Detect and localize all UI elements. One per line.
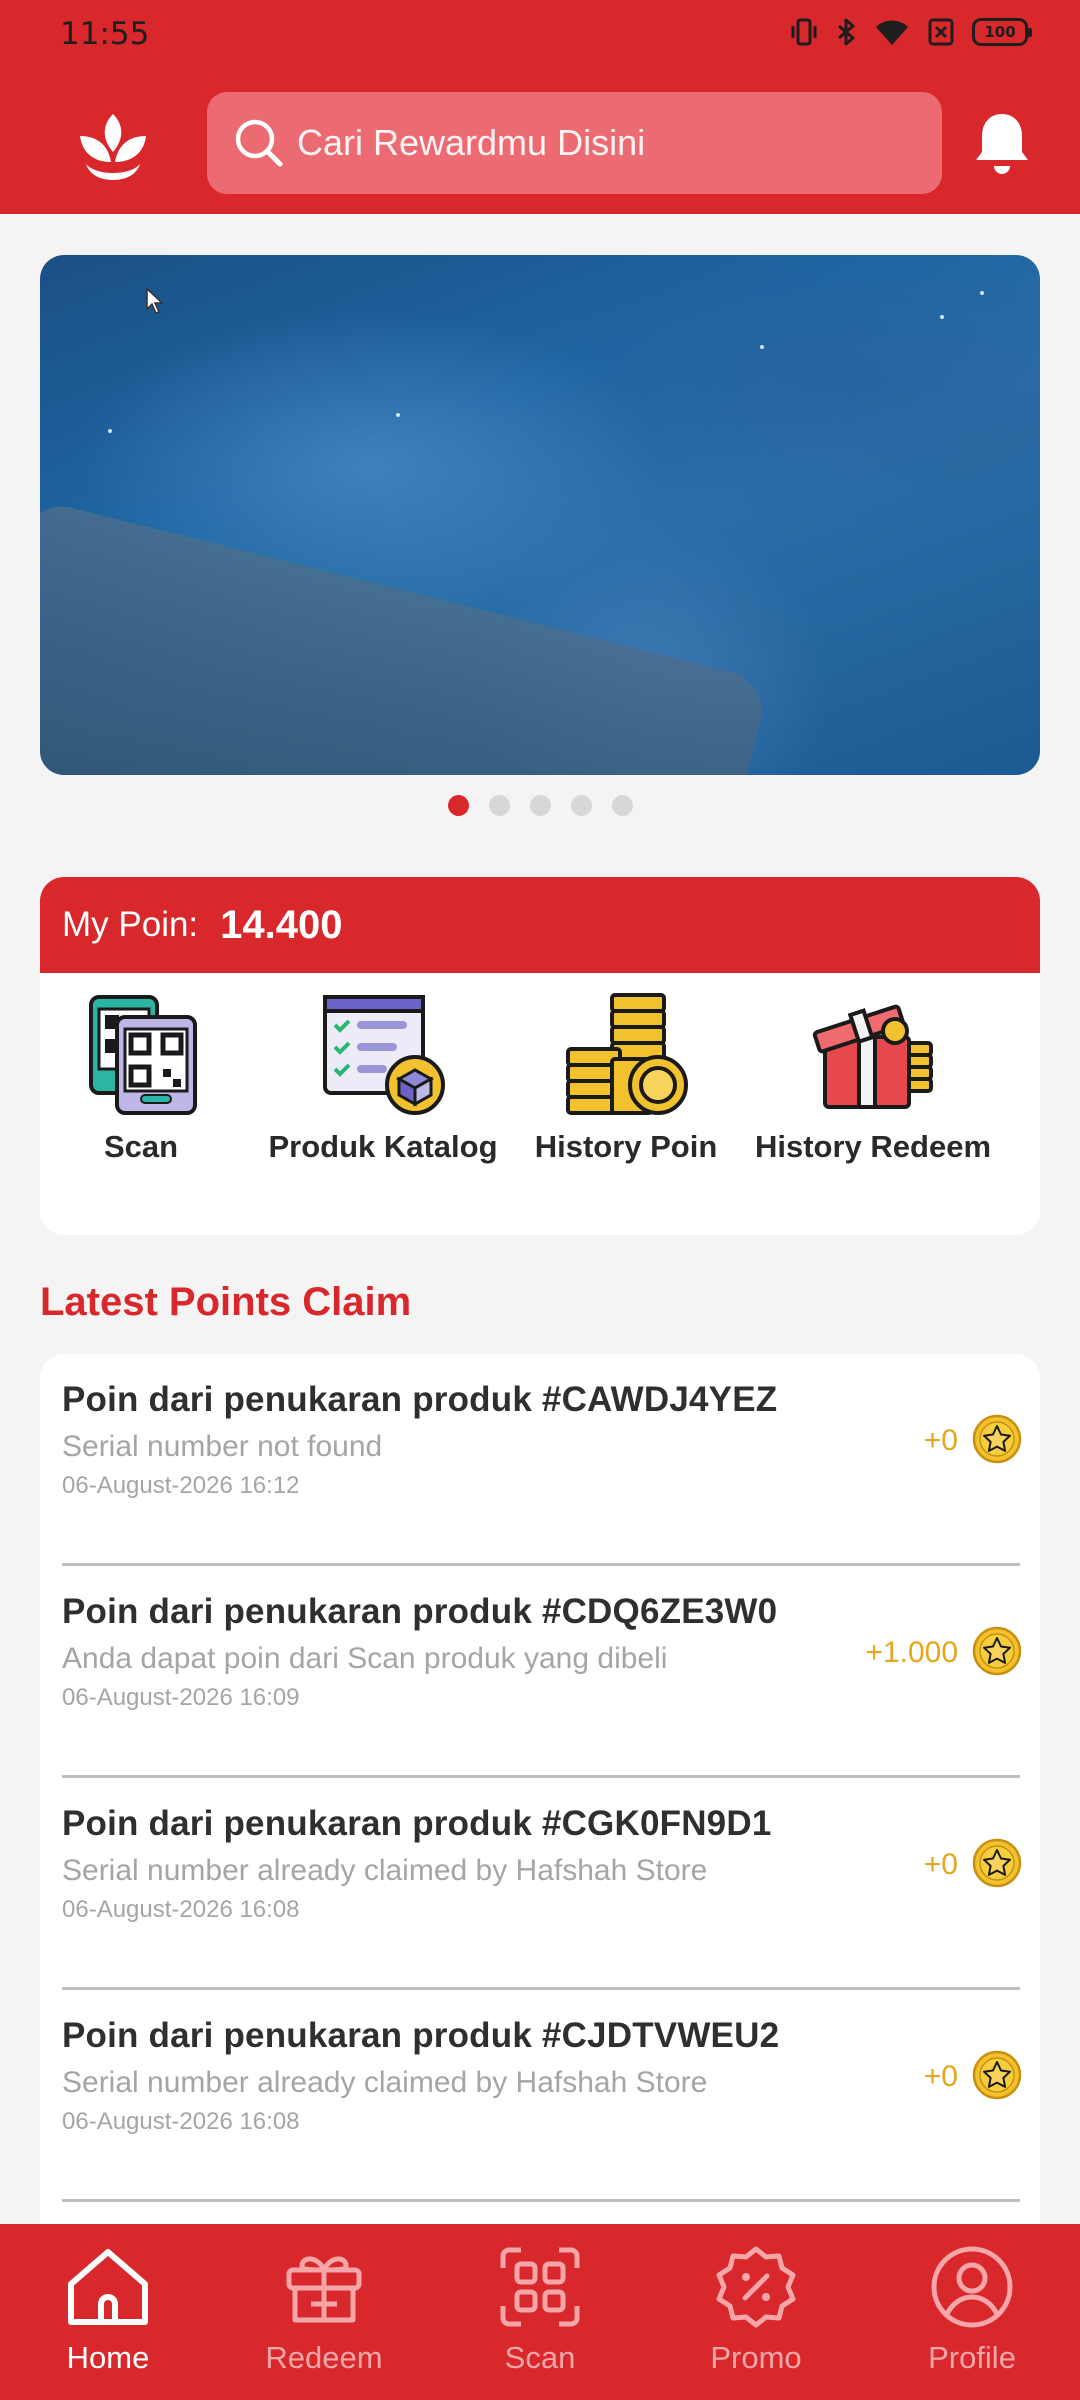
battery-indicator: 100 [972,18,1032,46]
star-coin-icon [972,1838,1022,1888]
nav-profile[interactable]: Profile [872,2224,1072,2400]
catalog-checklist-icon [323,995,445,1115]
banner-star [940,315,944,319]
claim-title: Poin dari penukaran produk #CDQ6ZE3W0 [62,1592,778,1631]
menu-label-history-redeem: History Redeem [754,1129,992,1164]
claim-title: Poin dari penukaran produk #CAWDJ4YEZ [62,1380,778,1419]
search-icon [235,119,283,167]
latest-claims-title: Latest Points Claim [40,1280,412,1324]
status-bar: 11:55 100 [0,0,1080,70]
claim-date: 06-August-2026 16:08 [62,1896,300,1923]
no-sim-icon [928,18,954,46]
claim-points: +0 [923,2060,958,2093]
nav-redeem[interactable]: Redeem [224,2224,424,2400]
vibrate-icon [791,18,817,46]
search-placeholder: Cari Rewardmu Disini [297,122,646,163]
claim-points: +0 [923,1848,958,1881]
claim-item[interactable]: Poin dari penukaran produk #CAWDJ4YEZ Se… [40,1354,1040,1566]
points-label: My Poin: [62,905,199,944]
battery-level: 100 [984,23,1016,41]
claim-points: +0 [923,1424,958,1457]
latest-claims-list: Poin dari penukaran produk #CAWDJ4YEZ Se… [40,1354,1040,2234]
bottom-navigation: Home Redeem Scan Promo Profile [0,2224,1080,2400]
claim-item[interactable]: Poin dari penukaran produk #CJDTVWEU2 Se… [40,1990,1040,2202]
claim-date: 06-August-2026 16:12 [62,1472,300,1499]
menu-label-produk-katalog: Produk Katalog [268,1129,498,1164]
claim-description: Serial number not found [62,1430,383,1463]
nav-scan[interactable]: Scan [440,2224,640,2400]
nav-promo[interactable]: Promo [656,2224,856,2400]
search-input[interactable]: Cari Rewardmu Disini [207,92,942,194]
claim-item[interactable]: Poin dari penukaran produk #CGK0FN9D1 Se… [40,1778,1040,1990]
star-coin-icon [972,2050,1022,2100]
star-coin-icon [972,1414,1022,1464]
nav-label-scan: Scan [504,2340,576,2375]
scan-icon [500,2247,580,2327]
banner-star [980,291,984,295]
banner-pagination [448,795,633,816]
coin-stack-icon [566,993,688,1115]
menu-label-history-poin: History Poin [534,1129,718,1164]
claim-title: Poin dari penukaran produk #CGK0FN9D1 [62,1804,772,1843]
leaf-logo-icon [80,114,146,180]
nav-label-home: Home [66,2340,150,2375]
nav-home[interactable]: Home [8,2224,208,2400]
banner-star [396,413,400,417]
nav-label-redeem: Redeem [265,2340,383,2375]
status-time: 11:55 [60,16,150,52]
wifi-icon [876,20,908,45]
pagination-dot-2[interactable] [489,795,510,816]
star-coin-icon [972,1626,1022,1676]
gift-box-icon [812,1004,933,1109]
claim-date: 06-August-2026 16:09 [62,1684,300,1711]
claim-points: +1.000 [865,1636,958,1669]
home-icon [68,2249,148,2325]
status-icons: 100 [790,17,1032,47]
banner-star [108,429,112,433]
pagination-dot-3[interactable] [530,795,551,816]
bell-icon[interactable] [974,108,1030,178]
gift-icon [286,2256,362,2323]
claim-description: Serial number already claimed by Hafshah… [62,1854,708,1887]
claim-title: Poin dari penukaran produk #CJDTVWEU2 [62,2016,780,2055]
claim-description: Anda dapat poin dari Scan produk yang di… [62,1642,668,1675]
pagination-dot-4[interactable] [571,795,592,816]
claim-item[interactable]: Poin dari penukaran produk #CDQ6ZE3W0 An… [40,1566,1040,1778]
promo-badge-icon [716,2246,796,2328]
banner-star [760,345,764,349]
points-header: My Poin: 14.400 [40,877,1040,973]
points-value: 14.400 [220,902,343,947]
mouse-cursor-icon [146,288,164,314]
nav-label-profile: Profile [928,2340,1016,2375]
app-screen: 11:55 100 Cari Rewardmu Disini My Poin: … [0,0,1080,2400]
qr-scan-icon [89,995,197,1115]
menu-item-history-poin[interactable]: History Poin [526,973,726,1165]
pagination-dot-5[interactable] [612,795,633,816]
claim-description: Serial number already claimed by Hafshah… [62,2066,708,2099]
app-header: 11:55 100 Cari Rewardmu Disini [0,0,1080,214]
claim-date: 06-August-2026 16:08 [62,2108,300,2135]
menu-item-scan[interactable]: Scan [61,973,221,1165]
menu-label-scan: Scan [103,1129,179,1164]
bluetooth-icon [838,18,855,46]
points-card: My Poin: 14.400 Scan Produk Katalog Hist… [40,877,1040,1235]
menu-item-history-redeem[interactable]: History Redeem [748,973,998,1165]
profile-icon [931,2246,1013,2328]
quick-menu: Scan Produk Katalog History Poin History… [40,973,1040,1235]
menu-item-produk-katalog[interactable]: Produk Katalog [266,973,500,1165]
promo-banner[interactable] [40,255,1040,775]
pagination-dot-1[interactable] [448,795,469,816]
banner-landscape [40,498,770,775]
nav-label-promo: Promo [710,2340,802,2375]
claim-divider [62,2199,1020,2202]
